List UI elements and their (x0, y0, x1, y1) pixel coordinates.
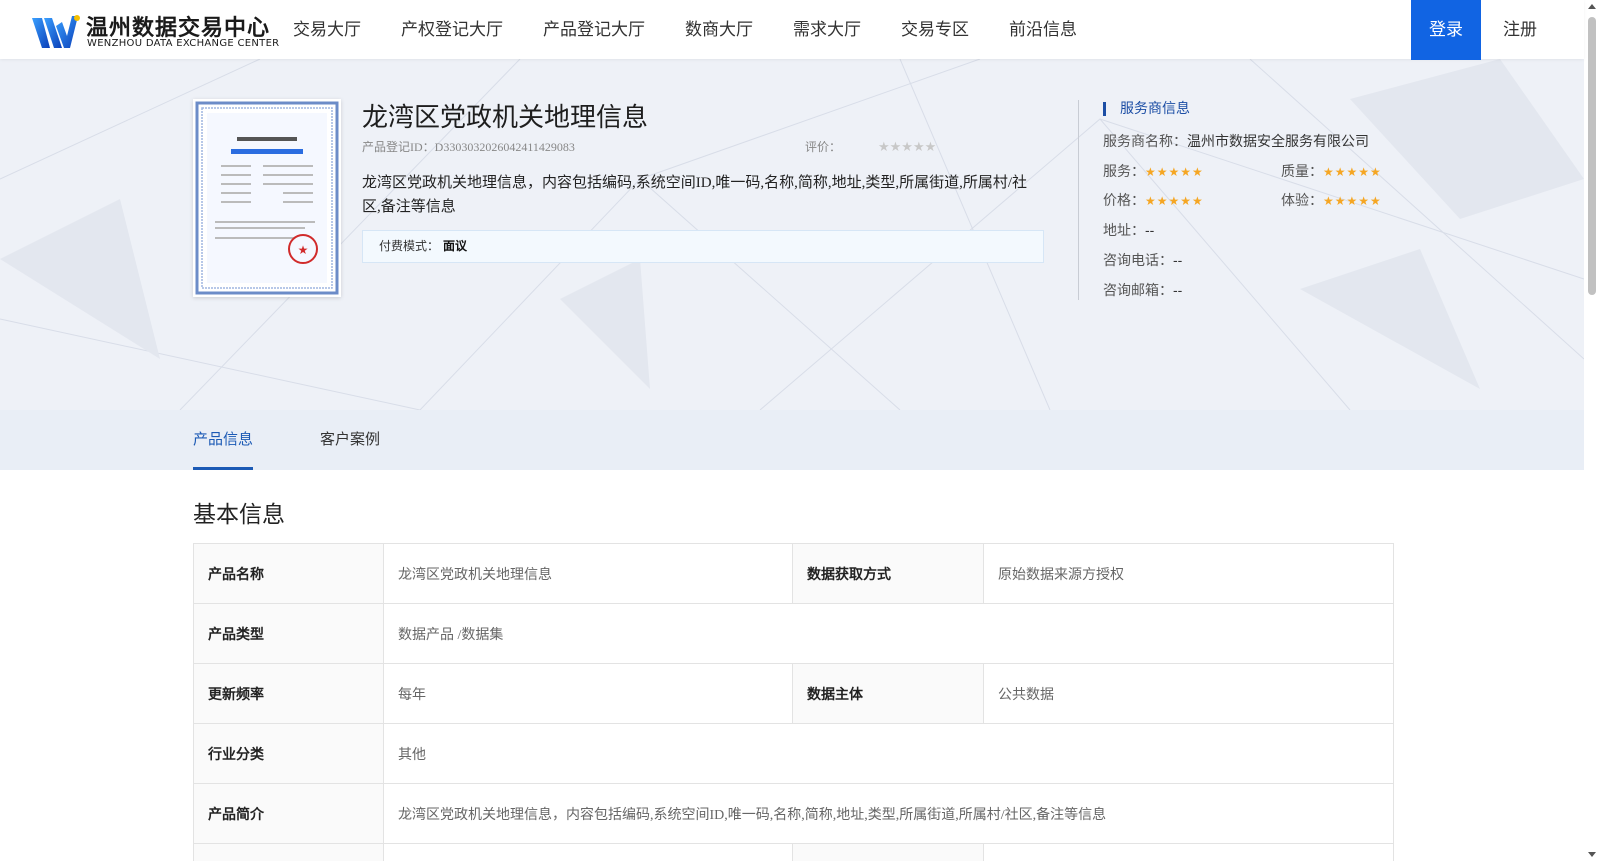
field-label: 数据获取方式 (792, 543, 984, 604)
provider-phone-row: 咨询电话：-- (1103, 250, 1182, 270)
scroll-down-arrow-icon[interactable] (1588, 852, 1596, 857)
table-row: 产品简介 龙湾区党政机关地理信息，内容包括编码,系统空间ID,唯一码,名称,简称… (193, 783, 1394, 844)
table-row: 更新频率 每年 数据主体 公共数据 (193, 663, 1394, 724)
provider-email: -- (1173, 282, 1183, 298)
rating-label: 评价： (805, 140, 842, 154)
field-value (383, 843, 793, 861)
provider-address: -- (1145, 222, 1155, 238)
logo-text-en: WENZHOU DATA EXCHANGE CENTER (87, 38, 280, 49)
field-label: 更新频率 (193, 663, 384, 724)
field-value: 其他 (383, 723, 1394, 784)
provider-email-label: 咨询邮箱： (1103, 282, 1173, 298)
product-id-value: D3303032026042411429083 (434, 140, 575, 154)
detail-tabs: 产品信息 客户案例 (0, 410, 1584, 470)
nav-trading-zone[interactable]: 交易专区 (881, 0, 989, 59)
field-label: 产品类型 (193, 603, 384, 664)
nav-product-registration-hall[interactable]: 产品登记大厅 (523, 0, 665, 59)
rating-stars: ★★★★★ (878, 139, 937, 154)
field-value: 原始数据来源方授权 (983, 543, 1394, 604)
field-label: 产品简介 (193, 783, 384, 844)
fee-mode-label: 付费模式： (379, 239, 440, 253)
tab-customer-cases[interactable]: 客户案例 (320, 410, 380, 470)
experience-rating-label: 体验： (1281, 192, 1323, 208)
fee-mode-box: 付费模式： 面议 (362, 230, 1044, 263)
service-rating-stars: ★★★★★ (1145, 165, 1204, 179)
field-label (193, 843, 384, 861)
nav-frontier-info[interactable]: 前沿信息 (989, 0, 1097, 59)
logo[interactable]: 温州数据交易中心 WENZHOU DATA EXCHANGE CENTER (30, 10, 279, 52)
provider-name[interactable]: 温州市数据安全服务有限公司 (1187, 133, 1369, 149)
provider-phone: -- (1173, 252, 1183, 268)
experience-rating-stars: ★★★★★ (1323, 194, 1382, 208)
register-button[interactable]: 注册 (1485, 0, 1555, 59)
field-label: 数据主体 (792, 663, 984, 724)
scrollbar-thumb[interactable] (1588, 17, 1596, 295)
field-label (792, 843, 984, 861)
price-rating-stars: ★★★★★ (1145, 194, 1204, 208)
quality-rating-label: 质量： (1281, 163, 1323, 179)
field-value (983, 843, 1394, 861)
quality-rating-row: 质量：★★★★★ (1281, 161, 1382, 181)
page-scrollbar[interactable] (1584, 0, 1600, 861)
table-row: 产品名称 龙湾区党政机关地理信息 数据获取方式 原始数据来源方授权 (193, 543, 1394, 604)
nav-property-registration-hall[interactable]: 产权登记大厅 (381, 0, 523, 59)
service-rating-row: 服务：★★★★★ (1103, 161, 1204, 181)
nav-data-merchant-hall[interactable]: 数商大厅 (665, 0, 773, 59)
service-rating-label: 服务： (1103, 163, 1145, 179)
provider-email-row: 咨询邮箱：-- (1103, 280, 1182, 300)
product-description: 龙湾区党政机关地理信息，内容包括编码,系统空间ID,唯一码,名称,简称,地址,类… (362, 175, 1027, 215)
fee-mode-value: 面议 (443, 239, 468, 253)
provider-name-label: 服务商名称： (1103, 133, 1187, 149)
svg-text:★: ★ (298, 243, 309, 257)
table-row: 行业分类 其他 (193, 723, 1394, 784)
product-id: 产品登记ID：D3303032026042411429083 (362, 138, 575, 155)
field-label: 行业分类 (193, 723, 384, 784)
login-button[interactable]: 登录 (1411, 0, 1481, 60)
field-value: 龙湾区党政机关地理信息，内容包括编码,系统空间ID,唯一码,名称,简称,地址,类… (383, 783, 1394, 844)
provider-name-row: 服务商名称：温州市数据安全服务有限公司 (1103, 131, 1369, 151)
experience-rating-row: 体验：★★★★★ (1281, 190, 1382, 210)
divider (1078, 100, 1079, 300)
logo-icon (32, 15, 80, 48)
basic-info-title: 基本信息 (193, 501, 285, 527)
field-label: 产品名称 (193, 543, 384, 604)
quality-rating-stars: ★★★★★ (1323, 165, 1382, 179)
table-row (193, 843, 1394, 861)
field-value: 数据产品 /数据集 (383, 603, 1394, 664)
top-nav: 温州数据交易中心 WENZHOU DATA EXCHANGE CENTER 交易… (0, 0, 1584, 60)
price-rating-label: 价格： (1103, 192, 1145, 208)
price-rating-row: 价格：★★★★★ (1103, 190, 1204, 210)
provider-address-label: 地址： (1103, 222, 1145, 238)
scroll-up-arrow-icon[interactable] (1588, 4, 1596, 9)
field-value: 龙湾区党政机关地理信息 (383, 543, 793, 604)
provider-phone-label: 咨询电话： (1103, 252, 1173, 268)
tab-product-info[interactable]: 产品信息 (193, 410, 254, 470)
service-provider-title: 服务商信息 (1103, 100, 1190, 117)
field-value: 每年 (383, 663, 793, 724)
table-row: 产品类型 数据产品 /数据集 (193, 603, 1394, 664)
product-title: 龙湾区党政机关地理信息 (362, 102, 649, 132)
product-header: ★ 龙湾区党政机关地理信息 产品登记ID：D330303202604241142… (0, 59, 1584, 410)
basic-info-table: 产品名称 龙湾区党政机关地理信息 数据获取方式 原始数据来源方授权 产品类型 数… (193, 543, 1394, 861)
registration-certificate-image[interactable]: ★ (193, 99, 341, 297)
field-value: 公共数据 (983, 663, 1394, 724)
product-id-label: 产品登记ID： (362, 140, 435, 154)
provider-address-row: 地址：-- (1103, 220, 1154, 240)
nav-trading-hall[interactable]: 交易大厅 (273, 0, 381, 59)
nav-demand-hall[interactable]: 需求大厅 (773, 0, 881, 59)
main-menu: 交易大厅 产权登记大厅 产品登记大厅 数商大厅 需求大厅 交易专区 前沿信息 (273, 0, 1097, 59)
